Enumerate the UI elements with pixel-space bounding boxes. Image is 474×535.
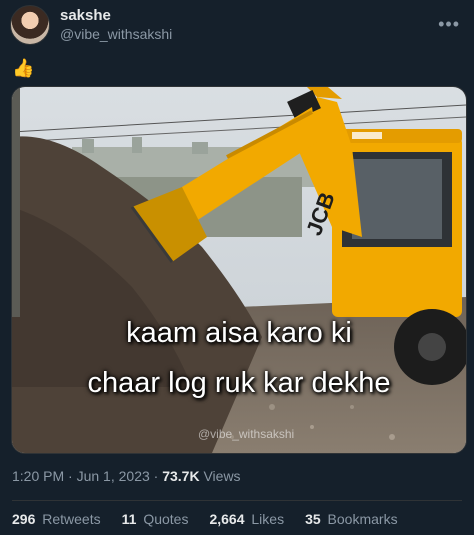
watermark: @vibe_withsakshi	[198, 427, 295, 441]
tweet-text: 👍	[12, 58, 35, 78]
meta-separator: ·	[68, 468, 77, 484]
tweet-date[interactable]: Jun 1, 2023	[77, 468, 150, 484]
tweet-image[interactable]: JCB kaam aisa karo ki chaar log ruk kar …	[11, 86, 467, 454]
meta-separator: ·	[153, 468, 163, 484]
retweets-stat[interactable]: 296 Retweets	[12, 511, 101, 527]
bookmarks-count: 35	[305, 511, 321, 527]
engagement-stats: 296 Retweets 11 Quotes 2,664 Likes 35 Bo…	[12, 511, 419, 527]
meme-caption-line-2: chaar log ruk kar dekhe	[87, 367, 391, 399]
quotes-label: Quotes	[143, 511, 189, 527]
meme-caption-line-1: kaam aisa karo ki	[126, 317, 352, 349]
author-display-name[interactable]: sakshe	[60, 7, 172, 25]
quotes-count: 11	[121, 511, 137, 527]
author-handle[interactable]: @vibe_withsakshi	[60, 25, 172, 43]
tweet-meta: 1:20 PM · Jun 1, 2023 · 73.7K Views	[12, 468, 241, 484]
bookmarks-stat[interactable]: 35 Bookmarks	[305, 511, 398, 527]
retweets-label: Retweets	[42, 511, 101, 527]
likes-count: 2,664	[209, 511, 245, 527]
retweets-count: 296	[12, 511, 36, 527]
avatar[interactable]	[10, 5, 50, 45]
likes-stat[interactable]: 2,664 Likes	[209, 511, 284, 527]
views-label: Views	[203, 468, 241, 484]
tweet-header: sakshe @vibe_withsakshi	[10, 4, 172, 46]
quotes-stat[interactable]: 11 Quotes	[122, 511, 189, 527]
views-count: 73.7K	[162, 468, 200, 484]
tweet-time[interactable]: 1:20 PM	[12, 468, 64, 484]
more-icon[interactable]: •••	[438, 14, 460, 35]
divider	[12, 500, 462, 501]
author-names: sakshe @vibe_withsakshi	[60, 7, 172, 43]
likes-label: Likes	[251, 511, 285, 527]
bookmarks-label: Bookmarks	[327, 511, 398, 527]
